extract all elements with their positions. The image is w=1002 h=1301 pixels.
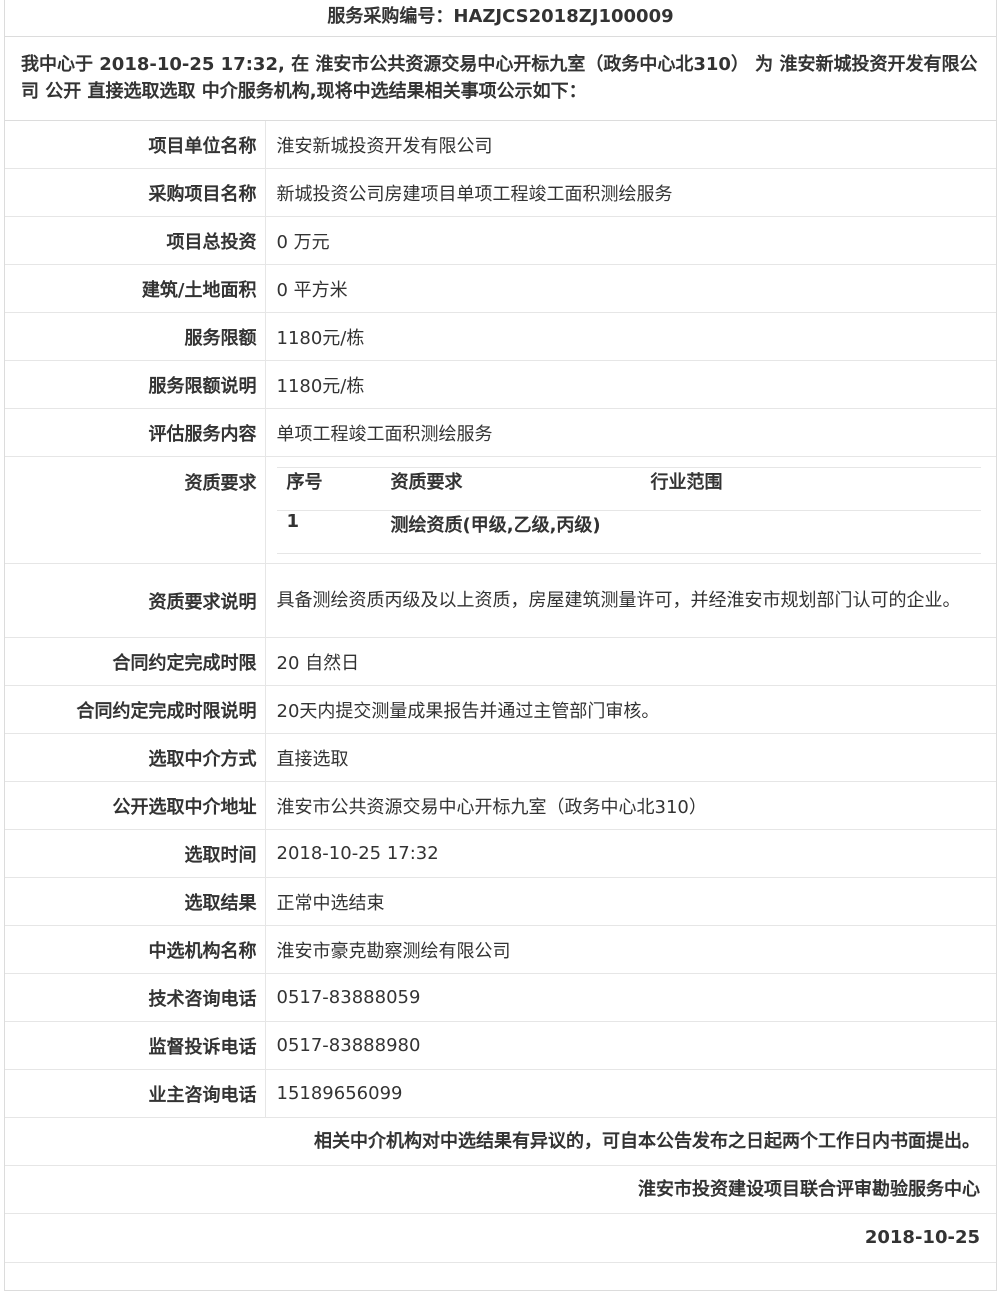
page-title: 服务采购编号：HAZJCS2018ZJ100009 (5, 0, 996, 37)
row-label: 业主咨询电话 (5, 1069, 266, 1118)
issuing-organization: 淮安市投资建设项目联合评审勘验服务中心 (5, 1166, 996, 1214)
qualification-requirement: 测绘资质(甲级,乙级,丙级) (390, 510, 651, 554)
objection-notice: 相关中介机构对中选结果有异议的，可自本公告发布之日起两个工作日内书面提出。 (5, 1118, 996, 1166)
bottom-spacer (5, 1263, 996, 1291)
row-value: 淮安新城投资开发有限公司 (265, 121, 996, 169)
table-row: 业主咨询电话 15189656099 (5, 1069, 996, 1118)
qualification-row: 资质要求 序号 资质要求 行业范围 1 测绘资质(甲级,乙级,丙级) (5, 456, 996, 564)
row-label: 服务限额说明 (5, 360, 266, 409)
qualification-scope (650, 510, 981, 554)
table-row: 合同约定完成时限 20 自然日 (5, 637, 996, 686)
row-label: 合同约定完成时限说明 (5, 685, 266, 734)
row-label: 选取结果 (5, 877, 266, 926)
table-row: 服务限额说明 1180元/栋 (5, 360, 996, 409)
row-value: 单项工程竣工面积测绘服务 (265, 408, 996, 457)
qualification-header-row: 序号 资质要求 行业范围 (276, 467, 981, 511)
table-row: 采购项目名称 新城投资公司房建项目单项工程竣工面积测绘服务 (5, 168, 996, 217)
table-row: 选取中介方式 直接选取 (5, 733, 996, 782)
row-label: 选取时间 (5, 829, 266, 878)
row-label: 技术咨询电话 (5, 973, 266, 1022)
qualification-table: 序号 资质要求 行业范围 1 测绘资质(甲级,乙级,丙级) (276, 467, 981, 554)
publish-date: 2018-10-25 (5, 1214, 996, 1263)
row-value: 淮安市公共资源交易中心开标九室（政务中心北310） (265, 781, 996, 830)
table-row: 选取结果 正常中选结束 (5, 877, 996, 926)
column-header-scope: 行业范围 (650, 467, 981, 511)
row-label: 评估服务内容 (5, 408, 266, 457)
table-row: 技术咨询电话 0517-83888059 (5, 973, 996, 1022)
row-label: 监督投诉电话 (5, 1021, 266, 1070)
table-row: 项目总投资 0 万元 (5, 216, 996, 265)
qualification-data-row: 1 测绘资质(甲级,乙级,丙级) (276, 510, 981, 554)
table-row: 评估服务内容 单项工程竣工面积测绘服务 (5, 408, 996, 457)
row-value: 直接选取 (265, 733, 996, 782)
intro-paragraph: 我中心于 2018-10-25 17:32, 在 淮安市公共资源交易中心开标九室… (5, 37, 996, 121)
row-value: 新城投资公司房建项目单项工程竣工面积测绘服务 (265, 168, 996, 217)
column-header-no: 序号 (276, 467, 391, 511)
qualification-no: 1 (276, 510, 391, 554)
table-row: 选取时间 2018-10-25 17:32 (5, 829, 996, 878)
info-table: 项目单位名称 淮安新城投资开发有限公司 采购项目名称 新城投资公司房建项目单项工… (5, 121, 996, 1118)
table-row: 服务限额 1180元/栋 (5, 312, 996, 361)
table-row: 项目单位名称 淮安新城投资开发有限公司 (5, 121, 996, 169)
row-label: 选取中介方式 (5, 733, 266, 782)
row-value: 0 平方米 (265, 264, 996, 313)
row-label: 资质要求 (5, 456, 266, 564)
row-value: 20 自然日 (265, 637, 996, 686)
table-row: 合同约定完成时限说明 20天内提交测量成果报告并通过主管部门审核。 (5, 685, 996, 734)
row-value: 0 万元 (265, 216, 996, 265)
row-value: 15189656099 (265, 1069, 996, 1118)
row-value: 1180元/栋 (265, 312, 996, 361)
row-label: 建筑/土地面积 (5, 264, 266, 313)
row-value: 1180元/栋 (265, 360, 996, 409)
table-row: 资质要求说明 具备测绘资质丙级及以上资质，房屋建筑测量许可，并经淮安市规划部门认… (5, 563, 996, 638)
table-row: 中选机构名称 淮安市豪克勘察测绘有限公司 (5, 925, 996, 974)
row-value: 淮安市豪克勘察测绘有限公司 (265, 925, 996, 974)
row-label: 公开选取中介地址 (5, 781, 266, 830)
row-value: 0517-83888059 (265, 973, 996, 1022)
row-value: 0517-83888980 (265, 1021, 996, 1070)
row-label: 采购项目名称 (5, 168, 266, 217)
qualification-cell: 序号 资质要求 行业范围 1 测绘资质(甲级,乙级,丙级) (265, 456, 996, 564)
row-label: 项目单位名称 (5, 121, 266, 169)
announcement-panel: 服务采购编号：HAZJCS2018ZJ100009 我中心于 2018-10-2… (4, 0, 997, 1291)
row-label: 服务限额 (5, 312, 266, 361)
row-value: 2018-10-25 17:32 (265, 829, 996, 878)
row-label: 项目总投资 (5, 216, 266, 265)
row-value: 具备测绘资质丙级及以上资质，房屋建筑测量许可，并经淮安市规划部门认可的企业。 (265, 563, 996, 638)
row-label: 中选机构名称 (5, 925, 266, 974)
table-row: 监督投诉电话 0517-83888980 (5, 1021, 996, 1070)
row-value: 20天内提交测量成果报告并通过主管部门审核。 (265, 685, 996, 734)
row-label: 合同约定完成时限 (5, 637, 266, 686)
column-header-requirement: 资质要求 (390, 467, 651, 511)
row-value: 正常中选结束 (265, 877, 996, 926)
row-label: 资质要求说明 (5, 563, 266, 638)
table-row: 公开选取中介地址 淮安市公共资源交易中心开标九室（政务中心北310） (5, 781, 996, 830)
table-row: 建筑/土地面积 0 平方米 (5, 264, 996, 313)
